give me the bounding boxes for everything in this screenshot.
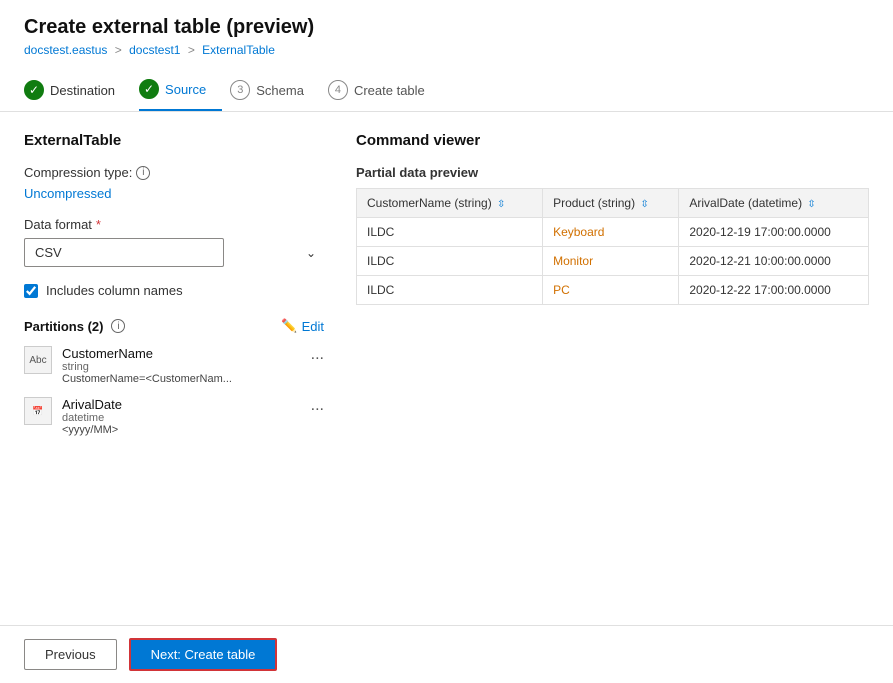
page-title: Create external table (preview) [24, 16, 869, 39]
partition-menu-2[interactable]: ... [311, 397, 324, 415]
partial-preview-title: Partial data preview [356, 165, 869, 180]
step-destination-label: Destination [50, 83, 115, 98]
sort-icon-customer: ⇳ [497, 199, 505, 210]
edit-button[interactable]: ✏️ Edit [281, 318, 324, 334]
chevron-down-icon: ⌄ [306, 246, 316, 260]
col-header-customer[interactable]: CustomerName (string) ⇳ [357, 189, 543, 218]
step-destination-circle: ✓ [24, 80, 44, 100]
partition-type-2: datetime [62, 412, 301, 424]
data-format-wrapper: CSV Parquet JSON ⌄ [24, 238, 324, 267]
partition-info-2: ArivalDate datetime <yyyy/MM> [62, 397, 301, 436]
data-format-select[interactable]: CSV Parquet JSON [24, 238, 224, 267]
required-indicator: * [96, 217, 101, 232]
col-label-customer: CustomerName (string) [367, 196, 492, 210]
command-viewer-title: Command viewer [356, 132, 869, 149]
sort-icon-date: ⇳ [807, 199, 815, 210]
checkbox-row[interactable]: Includes column names [24, 283, 324, 298]
step-destination[interactable]: ✓ Destination [24, 70, 131, 110]
preview-table: CustomerName (string) ⇳ Product (string)… [356, 188, 869, 305]
partition-item-1: Abc CustomerName string CustomerName=<Cu… [24, 346, 324, 385]
partition-value-1: CustomerName=<CustomerNam... [62, 373, 301, 385]
cell-customer-2: ILDC [357, 247, 543, 276]
step-schema[interactable]: 3 Schema [230, 70, 320, 110]
step-create-table-circle: 4 [328, 80, 348, 100]
col-header-product[interactable]: Product (string) ⇳ [543, 189, 679, 218]
partition-name-2: ArivalDate [62, 397, 301, 412]
cell-date-1: 2020-12-19 17:00:00.0000 [679, 218, 869, 247]
step-source-label: Source [165, 82, 206, 97]
cell-product-2: Monitor [543, 247, 679, 276]
cell-date-2: 2020-12-21 10:00:00.0000 [679, 247, 869, 276]
breadcrumb-server: docstest.eastus [24, 43, 107, 57]
previous-button[interactable]: Previous [24, 639, 117, 670]
section-title: ExternalTable [24, 132, 324, 149]
steps-bar: ✓ Destination ✓ Source 3 Schema 4 Create… [0, 69, 893, 112]
partition-value-2: <yyyy/MM> [62, 424, 301, 436]
partitions-label: Partitions (2) [24, 319, 103, 334]
breadcrumb-sep1: > [115, 43, 122, 57]
partitions-info-icon[interactable]: i [111, 319, 125, 333]
next-button[interactable]: Next: Create table [129, 638, 278, 671]
checkbox-label: Includes column names [46, 283, 183, 298]
compression-value: Uncompressed [24, 186, 324, 201]
table-row: ILDC Monitor 2020-12-21 10:00:00.0000 [357, 247, 869, 276]
step-source-circle: ✓ [139, 79, 159, 99]
compression-label: Compression type: i [24, 165, 324, 180]
step-schema-circle: 3 [230, 80, 250, 100]
pencil-icon: ✏️ [281, 318, 297, 334]
edit-label: Edit [302, 319, 324, 334]
data-format-label: Data format * [24, 217, 324, 232]
left-panel: ExternalTable Compression type: i Uncomp… [24, 132, 324, 645]
breadcrumb-db: docstest1 [129, 43, 180, 57]
main-content: ExternalTable Compression type: i Uncomp… [0, 112, 893, 665]
col-label-date: ArivalDate (datetime) [689, 196, 802, 210]
cell-customer-3: ILDC [357, 276, 543, 305]
footer: Previous Next: Create table [0, 625, 893, 683]
cell-product-1: Keyboard [543, 218, 679, 247]
breadcrumb: docstest.eastus > docstest1 > ExternalTa… [24, 43, 869, 57]
partition-icon-string: Abc [24, 346, 52, 374]
partitions-header: Partitions (2) i ✏️ Edit [24, 318, 324, 334]
table-row: ILDC PC 2020-12-22 17:00:00.0000 [357, 276, 869, 305]
breadcrumb-table: ExternalTable [202, 43, 275, 57]
partition-icon-datetime: 📅 [24, 397, 52, 425]
step-schema-label: Schema [256, 83, 304, 98]
breadcrumb-sep2: > [188, 43, 195, 57]
partition-info-1: CustomerName string CustomerName=<Custom… [62, 346, 301, 385]
cell-product-3: PC [543, 276, 679, 305]
step-create-table[interactable]: 4 Create table [328, 70, 441, 110]
partition-type-1: string [62, 361, 301, 373]
partition-menu-1[interactable]: ... [311, 346, 324, 364]
partition-name-1: CustomerName [62, 346, 301, 361]
sort-icon-product: ⇳ [640, 199, 648, 210]
page-header: Create external table (preview) docstest… [0, 0, 893, 57]
table-row: ILDC Keyboard 2020-12-19 17:00:00.0000 [357, 218, 869, 247]
cell-date-3: 2020-12-22 17:00:00.0000 [679, 276, 869, 305]
cell-customer-1: ILDC [357, 218, 543, 247]
step-create-table-label: Create table [354, 83, 425, 98]
col-label-product: Product (string) [553, 196, 635, 210]
step-source[interactable]: ✓ Source [139, 69, 222, 111]
data-format-label-text: Data format [24, 217, 92, 232]
compression-info-icon[interactable]: i [136, 166, 150, 180]
partition-item-2: 📅 ArivalDate datetime <yyyy/MM> ... [24, 397, 324, 436]
includes-column-names-checkbox[interactable] [24, 284, 38, 298]
col-header-date[interactable]: ArivalDate (datetime) ⇳ [679, 189, 869, 218]
right-panel: Command viewer Partial data preview Cust… [324, 132, 869, 645]
compression-label-text: Compression type: [24, 165, 132, 180]
